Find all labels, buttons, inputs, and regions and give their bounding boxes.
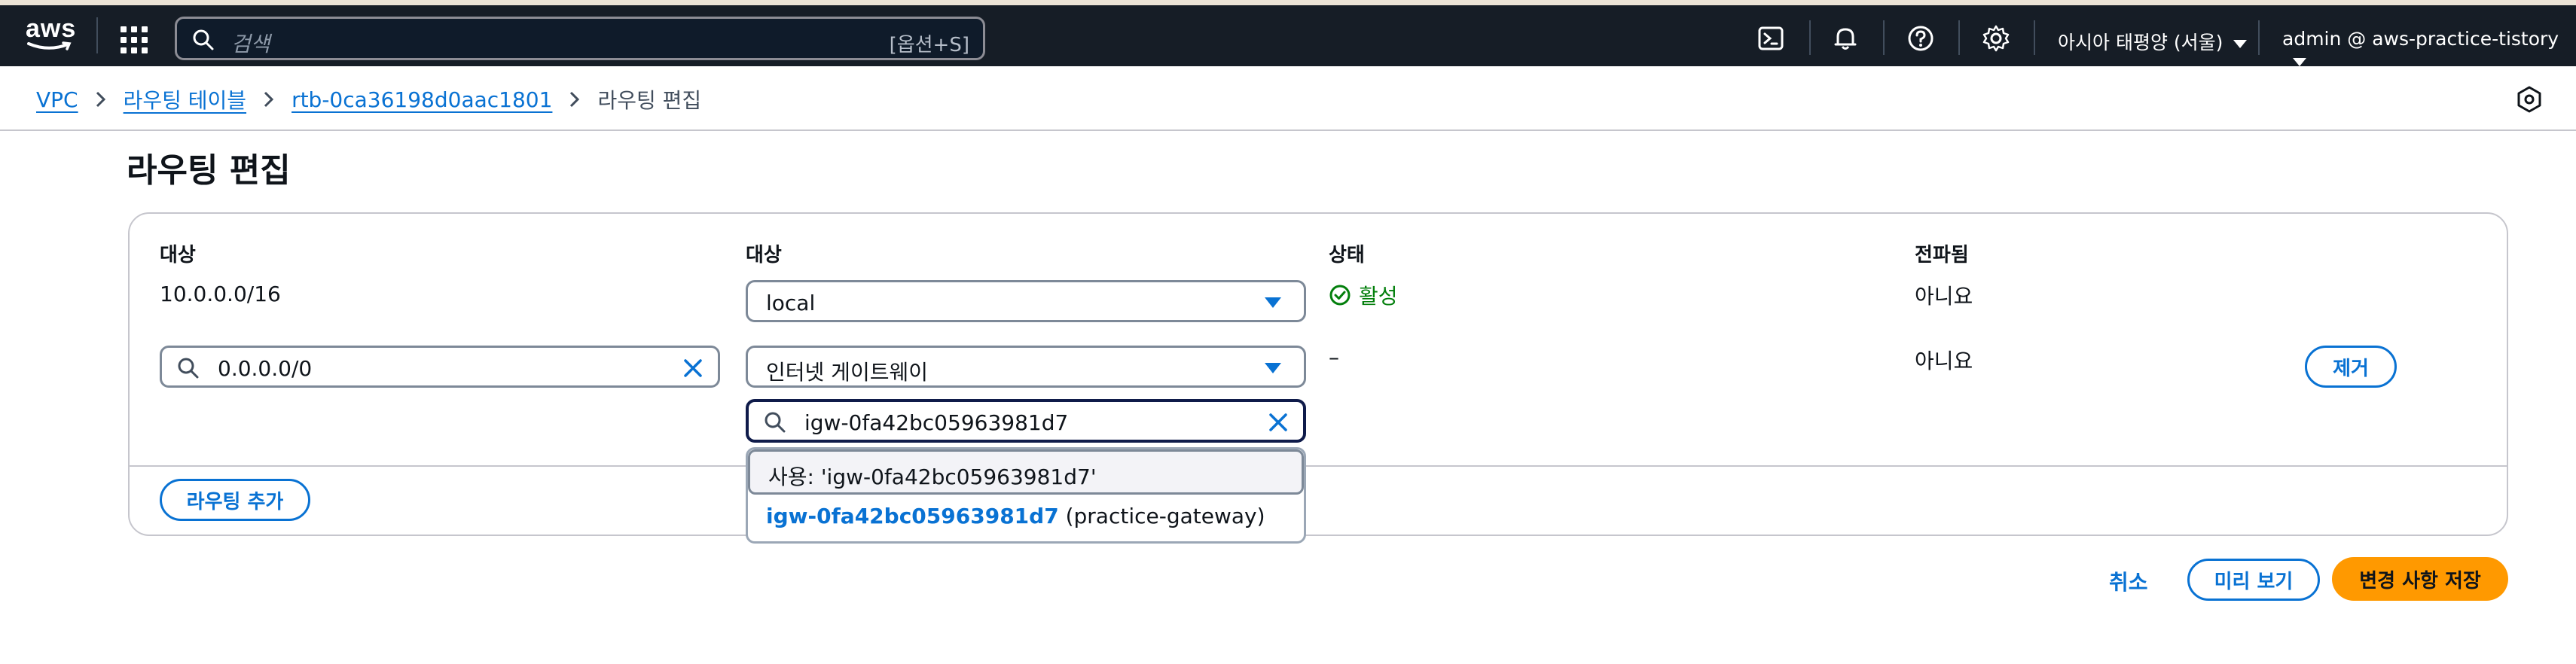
search-icon (193, 29, 214, 50)
search-shortcut: [옵션+S] (889, 34, 969, 56)
account-label: admin @ aws-practice-tistory (2282, 28, 2559, 50)
dropdown-option-igw[interactable]: igw-0fa42bc05963981d7 (practice-gateway) (766, 504, 1265, 528)
status-label: 활성 (1359, 284, 1398, 309)
dropdown-option-name: (practice-gateway) (1065, 504, 1265, 528)
target-select-value: local (766, 291, 816, 315)
help-icon[interactable] (1906, 23, 1936, 53)
gear-icon[interactable] (1981, 23, 2011, 53)
aws-logo-text: aws (26, 14, 77, 43)
dropdown-option-id: igw-0fa42bc05963981d7 (766, 504, 1059, 528)
search-icon (178, 358, 199, 379)
clear-icon[interactable] (1267, 411, 1290, 434)
target-search-input[interactable]: igw-0fa42bc05963981d7 (746, 399, 1306, 443)
status-active: 활성 (1329, 280, 1398, 310)
column-header-propagated: 전파됨 (1915, 244, 1969, 267)
search-placeholder: 검색 (231, 32, 270, 56)
save-changes-button[interactable]: 변경 사항 저장 (2332, 557, 2508, 601)
chevron-right-icon (264, 91, 274, 108)
caret-down-icon (2293, 57, 2306, 66)
propagated-value: 아니요 (1915, 284, 1973, 309)
column-header-destination: 대상 (160, 244, 196, 267)
bell-icon[interactable] (1830, 23, 1860, 53)
hexagon-settings-icon[interactable] (2514, 84, 2544, 114)
cloudshell-icon[interactable] (1757, 23, 1787, 53)
breadcrumb-route-table-id[interactable]: rtb-0ca36198d0aac1801 (291, 87, 552, 112)
target-type-value: 인터넷 게이트웨이 (766, 360, 928, 385)
search-icon (765, 412, 786, 433)
chevron-right-icon (96, 91, 105, 108)
add-route-button[interactable]: 라우팅 추가 (160, 479, 310, 521)
top-navigation: aws 검색 [옵션+S] 아시아 태평양 (서울) admin @ aws-p… (0, 0, 2576, 66)
column-header-status: 상태 (1329, 244, 1365, 267)
page-title: 라우팅 편집 (127, 151, 291, 190)
breadcrumb-current: 라우팅 편집 (597, 88, 702, 113)
caret-down-icon (1265, 363, 1281, 373)
region-selector[interactable]: 아시아 태평양 (서울) (2058, 28, 2248, 55)
check-circle-icon (1329, 285, 1351, 306)
status-none: – (1329, 345, 1339, 370)
account-menu[interactable]: admin @ aws-practice-tistory (2282, 28, 2576, 72)
column-header-target: 대상 (746, 244, 782, 267)
aws-smile-icon (27, 41, 72, 50)
destination-cidr-value: 0.0.0.0/0 (218, 356, 313, 381)
propagated-value: 아니요 (1915, 349, 1973, 373)
nav-divider (2258, 20, 2260, 55)
target-type-select[interactable]: 인터넷 게이트웨이 (746, 346, 1306, 388)
cancel-button[interactable]: 취소 (2109, 566, 2148, 596)
target-dropdown-list: 사용: 'igw-0fa42bc05963981d7' igw-0fa42bc0… (746, 447, 1306, 544)
clear-icon[interactable] (682, 357, 704, 379)
nav-divider (1958, 20, 1960, 55)
nav-divider (1809, 20, 1811, 55)
dropdown-option-label: 사용: 'igw-0fa42bc05963981d7' (768, 464, 1097, 489)
caret-down-icon (1265, 297, 1281, 308)
breadcrumb-vpc[interactable]: VPC (36, 87, 78, 112)
breadcrumb-route-tables[interactable]: 라우팅 테이블 (124, 84, 246, 114)
nav-divider (2034, 20, 2035, 55)
nav-divider (1883, 20, 1885, 55)
dropdown-option-use-value[interactable]: 사용: 'igw-0fa42bc05963981d7' (748, 449, 1304, 495)
remove-route-button[interactable]: 제거 (2305, 346, 2397, 388)
breadcrumb: VPC 라우팅 테이블 rtb-0ca36198d0aac1801 라우팅 편집 (36, 84, 701, 114)
panel-divider (130, 465, 2507, 467)
services-grid-icon[interactable] (121, 26, 148, 53)
caret-down-icon (2233, 39, 2248, 48)
chevron-right-icon (570, 91, 580, 108)
aws-logo[interactable]: aws (26, 16, 75, 53)
target-search-value: igw-0fa42bc05963981d7 (804, 410, 1069, 435)
nav-divider (96, 17, 98, 53)
header-divider (0, 129, 2576, 131)
target-select-local[interactable]: local (746, 280, 1306, 322)
global-search-input[interactable]: 검색 [옵션+S] (175, 17, 985, 60)
region-label: 아시아 태평양 (서울) (2058, 32, 2223, 53)
preview-button[interactable]: 미리 보기 (2187, 559, 2320, 601)
route-destination-text: 10.0.0.0/16 (160, 282, 281, 306)
destination-cidr-input[interactable]: 0.0.0.0/0 (160, 346, 720, 388)
